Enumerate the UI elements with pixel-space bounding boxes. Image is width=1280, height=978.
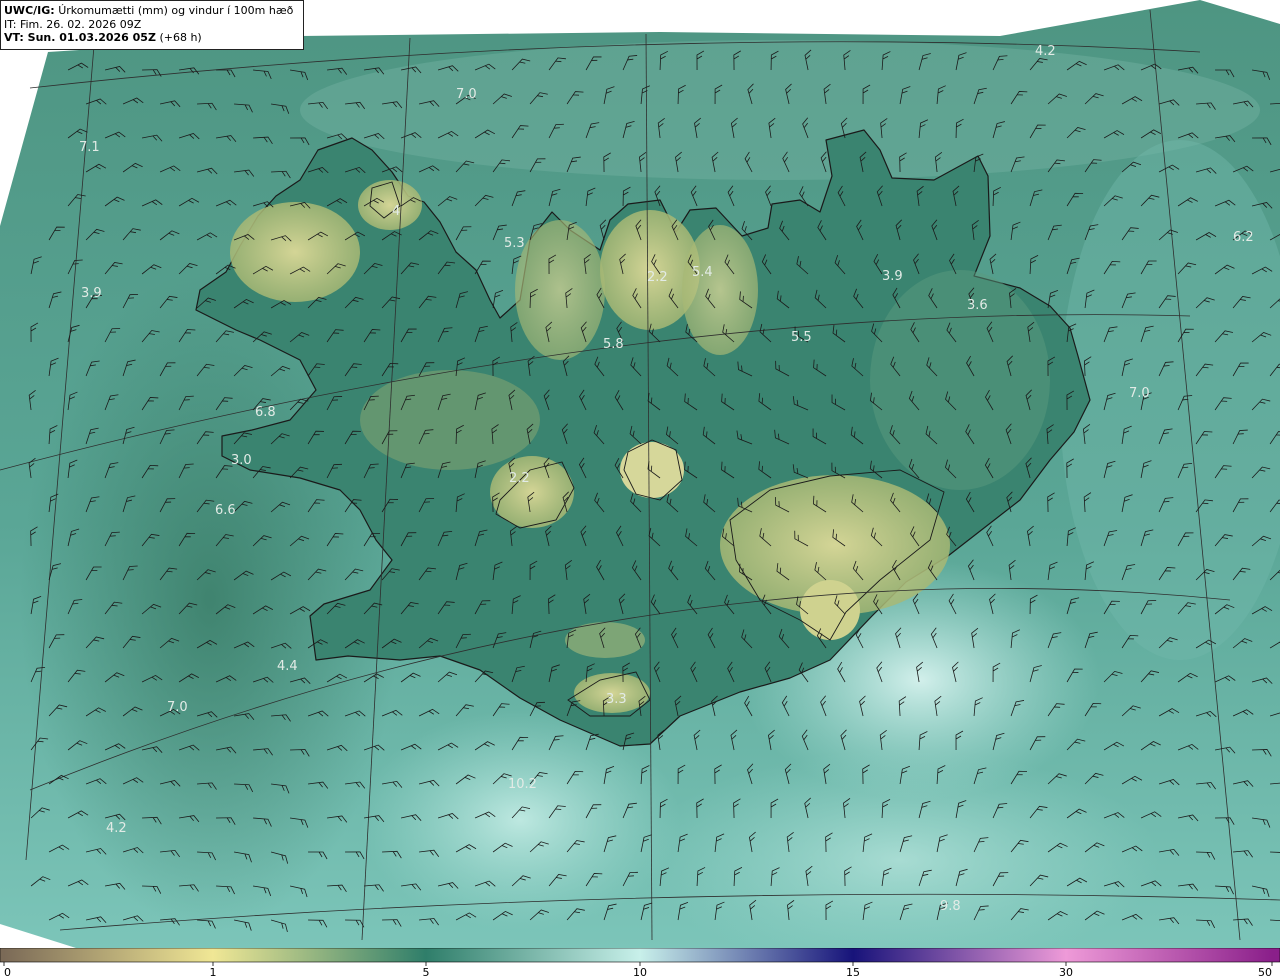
value-label: 5.8: [603, 337, 624, 352]
colorbar-tick-label: 0: [4, 966, 11, 978]
colorbar-tick-label: 30: [1059, 966, 1073, 978]
value-label: 2.2: [509, 471, 530, 486]
value-label: 4.4: [277, 659, 298, 674]
value-label: 3.9: [81, 286, 102, 301]
colorbar: 0 1 5 10 15 30 50: [0, 948, 1280, 978]
value-label: 5.5: [791, 330, 812, 345]
init-time: IT: Fim. 26. 02. 2026 09Z: [4, 17, 142, 31]
value-label: 5.3: [504, 236, 525, 251]
precipitation-wind-map: 4.2 7.0 7.1 5.3 2.2 5.4 3.9 3.6 6.2 3.9 …: [0, 0, 1280, 948]
value-label: 3.0: [231, 453, 252, 468]
source-label: UWC/IG:: [4, 4, 55, 17]
value-label: 4.2: [106, 821, 127, 836]
valid-time-line: VT: Sun. 01.03.2026 05Z (+68 h): [4, 31, 300, 45]
colorbar-tick-label: 1: [210, 966, 217, 978]
colorbar-tick-label: 50: [1258, 966, 1272, 978]
colorbar-tick-label: 5: [423, 966, 430, 978]
value-label: 6.6: [215, 503, 236, 518]
value-label: 3.9: [882, 269, 903, 284]
value-label: 7.0: [456, 87, 477, 102]
value-label: 3.6: [967, 298, 988, 313]
value-label: 3.3: [606, 692, 627, 707]
value-label: 6.8: [255, 405, 276, 420]
value-label: 4.2: [1035, 44, 1056, 59]
value-label: 7.0: [167, 700, 188, 715]
colorbar-tick-label: 10: [633, 966, 647, 978]
value-label: 10.2: [508, 777, 537, 792]
map-info-box: UWC/IG: Úrkomumætti (mm) og vindur í 100…: [0, 0, 304, 50]
colorbar-ramp: [0, 948, 1280, 963]
value-label: 6.2: [1233, 230, 1254, 245]
map-title-line: UWC/IG: Úrkomumætti (mm) og vindur í 100…: [4, 4, 300, 18]
value-label: 5.4: [692, 265, 713, 280]
lead-time: (+68 h): [159, 31, 202, 44]
valid-time: VT: Sun. 01.03.2026 05Z: [4, 31, 156, 44]
value-label: 9.8: [940, 899, 961, 914]
value-label: 2.2: [647, 270, 668, 285]
value-label: 7.0: [1129, 386, 1150, 401]
value-label: 4: [392, 204, 400, 219]
value-label: 7.1: [79, 140, 100, 155]
colorbar-tick-label: 15: [846, 966, 860, 978]
map-title: Úrkomumætti (mm) og vindur í 100m hæð: [58, 4, 294, 17]
